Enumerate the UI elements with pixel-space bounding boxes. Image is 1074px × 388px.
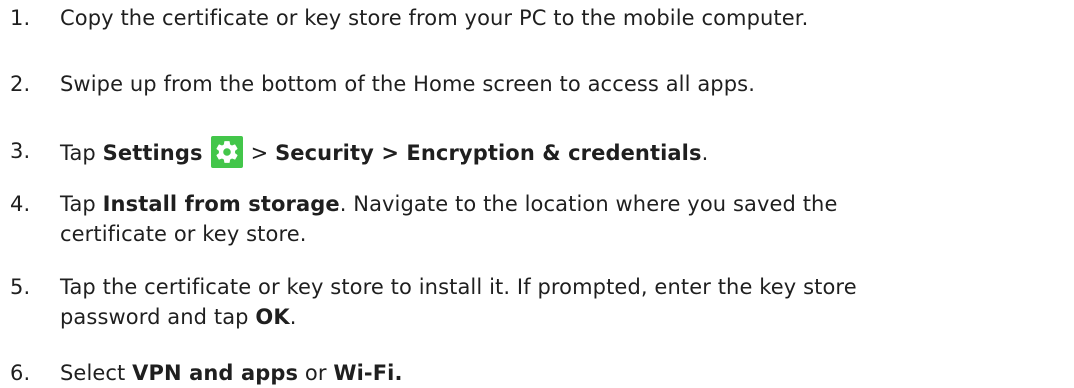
step-text-line: Tap Install from storage. Navigate to th… [60,189,1050,219]
bold-term: Security > Encryption & credentials [275,141,702,165]
step-text-line: Select VPN and apps or Wi-Fi. [60,358,1050,388]
bold-term: OK [255,305,290,329]
step-text: Tap Settings > Security > Encryption & cr… [60,136,1050,168]
bold-term: Settings [102,141,203,165]
settings-gear-icon [210,136,243,168]
plain-text: Tap [60,192,103,216]
bold-term: Install from storage [102,192,340,216]
plain-text: Copy the certificate or key store from y… [60,6,809,30]
step-number: 5. [10,275,31,299]
step-number: 1. [10,6,31,30]
plain-text: . [701,141,709,165]
plain-text: . [289,305,297,329]
plain-text: . Navigate to the location where you sav… [339,192,838,216]
plain-text: certificate or key store. [60,222,307,246]
step-text-line: Copy the certificate or key store from y… [60,3,1050,33]
bold-term: Wi-Fi. [333,361,403,385]
step-text-line: password and tap OK. [60,302,1050,332]
step-text: Swipe up from the bottom of the Home scr… [60,69,1050,99]
step-number: 3. [10,139,31,163]
step-text: Tap the certificate or key store to inst… [60,272,1050,332]
plain-text: Tap the certificate or key store to inst… [60,275,857,299]
plain-text: password and tap [60,305,256,329]
instruction-steps: 1. Copy the certificate or key store from… [0,0,1074,385]
step-text-line: Swipe up from the bottom of the Home scr… [60,69,1050,99]
step-number: 6. [10,361,31,385]
step-text: Copy the certificate or key store from y… [60,3,1050,33]
step-text: Select VPN and apps or Wi-Fi. [60,358,1050,388]
plain-text: or [298,361,334,385]
step-text: Tap Install from storage. Navigate to th… [60,189,1050,249]
step-text-line: certificate or key store. [60,219,1050,249]
step-text-line: Tap the certificate or key store to inst… [60,272,1050,302]
plain-text: > [250,141,276,165]
bold-term: VPN and apps [132,361,299,385]
step-number: 4. [10,192,31,216]
plain-text: Tap [60,141,103,165]
step-text-line: Tap Settings > Security > Encryption & cr… [60,136,1050,168]
step-number: 2. [10,72,31,96]
plain-text: Select [60,361,133,385]
plain-text: Swipe up from the bottom of the Home scr… [60,72,755,96]
